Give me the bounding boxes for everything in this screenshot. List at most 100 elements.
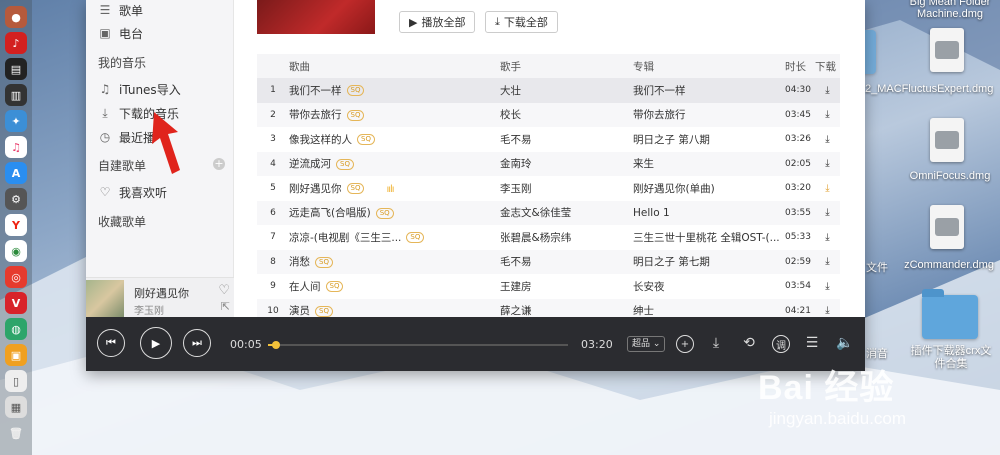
dock-app-icon[interactable]: ✦ — [5, 110, 27, 132]
expand-icon[interactable]: ⇱ — [221, 300, 230, 313]
song-title[interactable]: 刚好遇见你 — [289, 183, 342, 195]
quality-select[interactable]: 超品 ⌄ — [627, 336, 666, 352]
previous-button[interactable]: ⏮ — [97, 329, 125, 357]
col-album[interactable]: 专辑 — [633, 54, 785, 78]
artist-cell[interactable]: 毛不易 — [500, 127, 633, 152]
download-cell[interactable]: ⤓ — [815, 127, 840, 152]
dock-app-icon[interactable]: ● — [5, 6, 27, 28]
album-cell[interactable]: 长安夜 — [633, 274, 785, 299]
dock-app-icon[interactable]: ◍ — [5, 318, 27, 340]
song-title-cell[interactable]: 带你去旅行 SQ — [289, 102, 500, 127]
downloaded-icon[interactable]: ⤓ — [825, 183, 829, 194]
download-cell[interactable]: ⤓ — [815, 78, 840, 103]
download-cell[interactable]: ⤓ — [815, 151, 840, 176]
download-cell[interactable]: ⤓ — [815, 200, 840, 225]
song-title-cell[interactable]: 逆流成河 SQ — [289, 151, 500, 176]
add-to-playlist-icon[interactable]: + — [676, 335, 694, 353]
download-cell[interactable]: ⤓ — [815, 102, 840, 127]
col-download[interactable]: 下载 — [815, 54, 840, 78]
song-title[interactable]: 消愁 — [289, 256, 310, 268]
sound-effect-icon[interactable]: 调 — [772, 335, 790, 353]
download-icon[interactable]: ⤓ — [825, 281, 829, 292]
song-title[interactable]: 像我这样的人 — [289, 134, 352, 146]
table-row[interactable]: 8 消愁 SQ 毛不易 明日之子 第七期 02:59 ⤓ — [257, 249, 840, 274]
sidebar-item-itunes-import[interactable]: ♫ iTunes导入 — [98, 79, 181, 99]
dock-app-icon[interactable]: ♪ — [5, 32, 27, 54]
song-title-cell[interactable]: 在人间 SQ — [289, 274, 500, 299]
song-title[interactable]: 逆流成河 — [289, 158, 331, 170]
col-title[interactable]: 歌曲 — [289, 54, 500, 78]
album-cell[interactable]: 带你去旅行 — [633, 102, 785, 127]
song-title-cell[interactable]: 凉凉-(电视剧《三生三... SQ — [289, 225, 500, 250]
table-row[interactable]: 1 我们不一样 SQ 大壮 我们不一样 04:30 ⤓ — [257, 78, 840, 103]
artist-cell[interactable]: 王建房 — [500, 274, 633, 299]
table-row[interactable]: 4 逆流成河 SQ 金南玲 来生 02:05 ⤓ — [257, 151, 840, 176]
download-icon[interactable]: ⤓ — [825, 109, 829, 120]
repeat-icon[interactable]: ⟲ — [739, 335, 759, 351]
dock-app-icon[interactable]: ▣ — [5, 344, 27, 366]
dock-app-icon[interactable]: ▦ — [5, 396, 27, 418]
add-playlist-icon[interactable]: + — [213, 158, 225, 170]
progress-bar[interactable] — [268, 341, 568, 349]
download-icon[interactable]: ⤓ — [825, 207, 829, 218]
play-button[interactable]: ▶ — [140, 327, 172, 359]
download-icon[interactable]: ⤓ — [825, 158, 829, 169]
song-title[interactable]: 带你去旅行 — [289, 109, 342, 121]
table-row[interactable]: 2 带你去旅行 SQ 校长 带你去旅行 03:45 ⤓ — [257, 102, 840, 127]
folder-icon[interactable] — [922, 289, 978, 339]
download-icon[interactable]: ⤓ — [825, 256, 829, 267]
dock-app-icon[interactable]: ◉ — [5, 240, 27, 262]
trash-icon[interactable]: 🗑 — [5, 422, 27, 444]
play-all-button[interactable]: ▶ 播放全部 — [399, 11, 476, 33]
table-row[interactable]: 5 刚好遇见你 SQ ıılı 李玉刚 刚好遇见你(单曲) 03:20 ⤓ — [257, 176, 840, 201]
col-artist[interactable]: 歌手 — [500, 54, 633, 78]
artist-cell[interactable]: 大壮 — [500, 78, 633, 103]
download-cell[interactable]: ⤓ — [815, 176, 840, 201]
now-playing-cover[interactable] — [86, 280, 124, 318]
artist-cell[interactable]: 张碧晨&杨宗纬 — [500, 225, 633, 250]
song-title[interactable]: 在人间 — [289, 281, 321, 293]
song-title[interactable]: 我们不一样 — [289, 85, 342, 97]
album-cell[interactable]: 我们不一样 — [633, 78, 785, 103]
song-title-cell[interactable]: 刚好遇见你 SQ ıılı — [289, 176, 500, 201]
artist-cell[interactable]: 毛不易 — [500, 249, 633, 274]
col-duration[interactable]: 时长 — [785, 54, 815, 78]
download-icon[interactable]: ⤓ — [825, 85, 829, 96]
like-heart-icon[interactable]: ♡ — [218, 283, 230, 298]
song-title-cell[interactable]: 远走高飞(合唱版) SQ — [289, 200, 500, 225]
sidebar-item-favorites[interactable]: ♡ 我喜欢听 — [98, 182, 167, 202]
volume-icon[interactable]: 🔈 — [835, 335, 855, 351]
dock-app-icon[interactable]: ▯ — [5, 370, 27, 392]
album-cell[interactable]: 明日之子 第七期 — [633, 249, 785, 274]
artist-cell[interactable]: 金南玲 — [500, 151, 633, 176]
song-title[interactable]: 远走高飞(合唱版) — [289, 207, 371, 219]
download-cell[interactable]: ⤓ — [815, 225, 840, 250]
album-cell[interactable]: 刚好遇见你(单曲) — [633, 176, 785, 201]
dmg-file-icon[interactable] — [930, 118, 964, 162]
song-title[interactable]: 演员 — [289, 305, 310, 317]
table-row[interactable]: 7 凉凉-(电视剧《三生三... SQ 张碧晨&杨宗纬 三生三世十里桃花 全辑OST-(… — [257, 225, 840, 250]
dmg-file-icon[interactable] — [930, 28, 964, 72]
desktop-file-label[interactable]: 文件 — [866, 259, 888, 275]
dmg-file-icon[interactable] — [930, 205, 964, 249]
dock-app-icon[interactable]: ⚙ — [5, 188, 27, 210]
artist-cell[interactable]: 金志文&徐佳莹 — [500, 200, 633, 225]
playlist-queue-icon[interactable]: ☰ — [802, 335, 822, 351]
now-playing-panel[interactable]: 刚好遇见你 李玉刚 ♡ ⇱ — [86, 277, 234, 318]
download-icon[interactable]: ⤓ — [825, 232, 829, 243]
dock-app-icon[interactable]: ▥ — [5, 84, 27, 106]
dock-app-icon[interactable]: ▤ — [5, 58, 27, 80]
desktop-file-label[interactable]: 插件下载器crx文件合集 — [906, 345, 996, 371]
song-title-cell[interactable]: 像我这样的人 SQ — [289, 127, 500, 152]
download-cell[interactable]: ⤓ — [815, 249, 840, 274]
download-all-button[interactable]: ⤓ 下载全部 — [485, 11, 558, 33]
album-cell[interactable]: 三生三世十里桃花 全辑OST-(... — [633, 225, 785, 250]
next-button[interactable]: ⏭ — [183, 329, 211, 357]
album-cell[interactable]: Hello 1 — [633, 200, 785, 225]
album-cell[interactable]: 明日之子 第八期 — [633, 127, 785, 152]
sidebar-item-playlists[interactable]: ☰ 歌单 — [98, 0, 143, 20]
desktop-file-label[interactable]: 消音 — [866, 345, 888, 361]
desktop-file-label[interactable]: zCommander.dmg — [898, 259, 1000, 271]
sidebar-item-recent[interactable]: ◷ 最近播 — [98, 127, 155, 147]
dock-app-icon[interactable]: ◎ — [5, 266, 27, 288]
